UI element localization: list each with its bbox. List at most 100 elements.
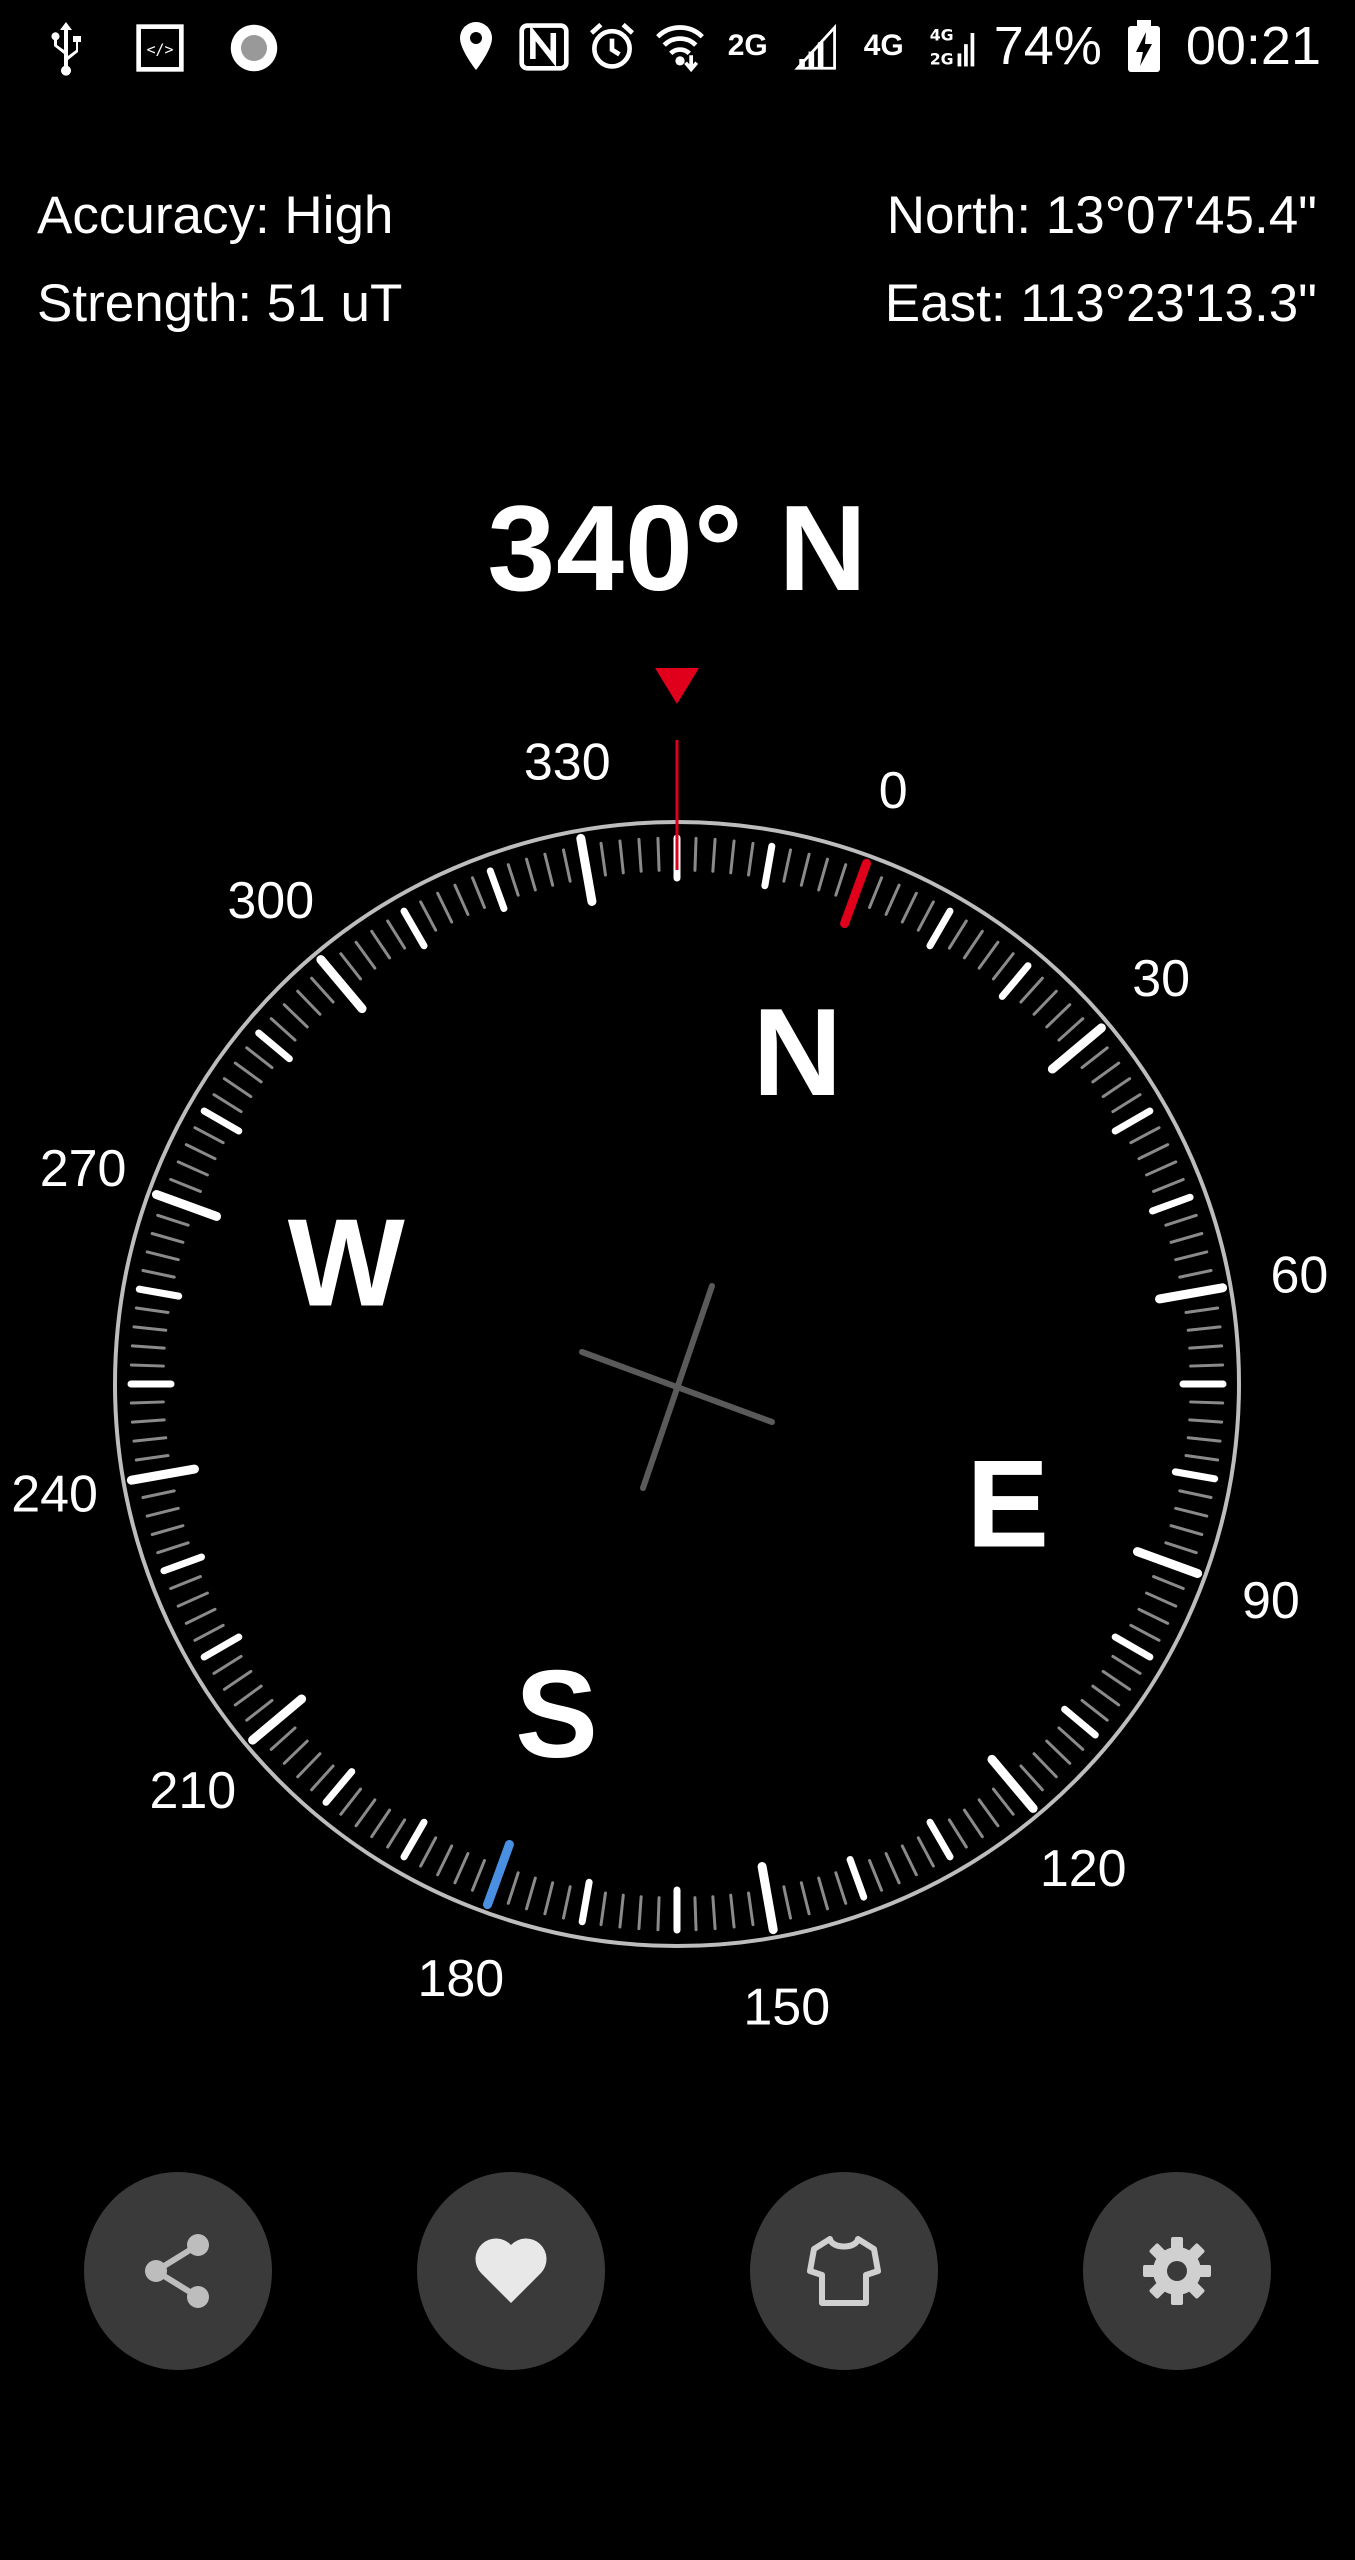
degree-label: 300 [227,872,314,930]
signal-4g-icon: 4G [863,29,904,62]
dial-tick [233,1061,263,1084]
dial-tick [846,1855,868,1901]
heading-pointer-triangle [655,668,699,704]
dial-tick [453,1852,470,1885]
strength-label: Strength: 51 uT [37,274,403,333]
dial-tick [156,1213,190,1227]
dial-tick [926,1818,954,1861]
signal-4g-2g-icon: 4G 2G [926,16,978,76]
degree-label: 120 [1040,1840,1127,1898]
dial-tick [1047,1023,1106,1074]
dial-tick [129,1363,165,1368]
share-button[interactable] [84,2172,272,2370]
dial-tick [1057,1017,1085,1042]
dial-tick [900,891,918,924]
dial-tick [1111,1633,1154,1661]
dial-tick [656,836,661,872]
degree-label: 180 [417,1950,504,2008]
dial-tick [1137,1143,1170,1161]
dial-tick [222,1669,253,1691]
settings-button[interactable] [1083,2172,1271,2370]
theme-button[interactable] [750,2172,938,2370]
dial-tick [834,863,848,897]
dial-tick [1169,1232,1204,1244]
dial-tick [977,1798,1000,1828]
dial-tick [222,1077,253,1099]
latitude-label: North: 13°07'45.4" [886,186,1317,245]
dial-tick [729,839,736,875]
share-icon [145,2234,209,2308]
dial-tick [1019,976,1044,1004]
dial-tick [1032,989,1058,1016]
dial-tick [1174,1506,1209,1518]
dial-tick [1111,1107,1154,1135]
dial-tick [599,1891,607,1927]
alarm-icon [586,16,638,76]
degree-label: 30 [1132,950,1190,1008]
sensor-info: Accuracy: High Strength: 51 uT [37,172,402,348]
dial-tick [200,1107,243,1135]
dial-tick [370,929,392,960]
dial-tick [543,1881,555,1916]
dial-tick [354,1798,377,1828]
dial-tick [834,1871,848,1905]
cardinal-w: W [288,1195,405,1333]
svg-text:4G: 4G [929,25,953,44]
dial-tick [1152,1575,1185,1591]
heading-readout: 340° N [487,480,868,616]
dial-tick [817,857,829,892]
developer-options-icon: </> [134,18,186,78]
dial-tick [212,1093,243,1114]
dial-tick [176,1160,209,1177]
dial-tick [145,1250,180,1262]
dial-tick [711,1895,717,1931]
dial-tick [169,1575,202,1591]
dial-tick [1129,1126,1161,1145]
dial-tick [711,837,717,873]
dial-tick [310,976,335,1004]
dial-tick [141,1489,176,1500]
action-bar [0,2172,1355,2372]
dial-tick [947,1818,968,1849]
dial-tick [436,891,454,924]
dial-tick [150,1524,185,1536]
dial-tick [947,919,968,950]
favorite-button[interactable] [417,2172,605,2370]
dial-tick [1178,1268,1213,1279]
dial-tick [126,1464,199,1485]
south-tick [483,1839,514,1910]
dial-tick [761,842,776,890]
wifi-icon [654,16,706,76]
dial-tick [926,907,954,950]
dial-tick [977,940,1000,970]
dial-tick [419,900,438,932]
dial-tick [248,1694,307,1745]
status-bar: </> 2G 4G 4G 2G 74% 00:21 [0,0,1355,100]
dial-tick [141,1268,176,1279]
dial-tick [339,952,363,981]
dial-tick [1111,1654,1142,1675]
dial-tick [200,1633,243,1661]
dial-tick [799,852,811,887]
compass-dial[interactable]: 0 30 60 90 120 150 180 210 240 270 300 330 N E S W [0,640,1355,2080]
dial-tick [132,1325,168,1332]
dial-tick [1101,1077,1132,1099]
dial-tick [150,1232,185,1244]
dial-tick [916,1836,935,1868]
dial-tick [1111,1093,1142,1114]
dial-tick [618,839,625,875]
dial-tick [1045,1003,1072,1029]
dial-tick [782,1885,793,1920]
dial-tick [599,841,607,877]
dial-tick [506,863,520,897]
dial-tick [1091,1684,1121,1707]
dial-tick [1045,1739,1072,1765]
dial-tick [1080,1046,1109,1070]
dial-tick [370,1808,392,1839]
dial-tick [436,1844,454,1877]
dial-tick [1189,1363,1225,1368]
dial-tick [1080,1698,1109,1722]
cardinal-e: E [966,1435,1049,1573]
dial-tick [991,1787,1015,1816]
degree-label: 150 [743,1978,830,2036]
